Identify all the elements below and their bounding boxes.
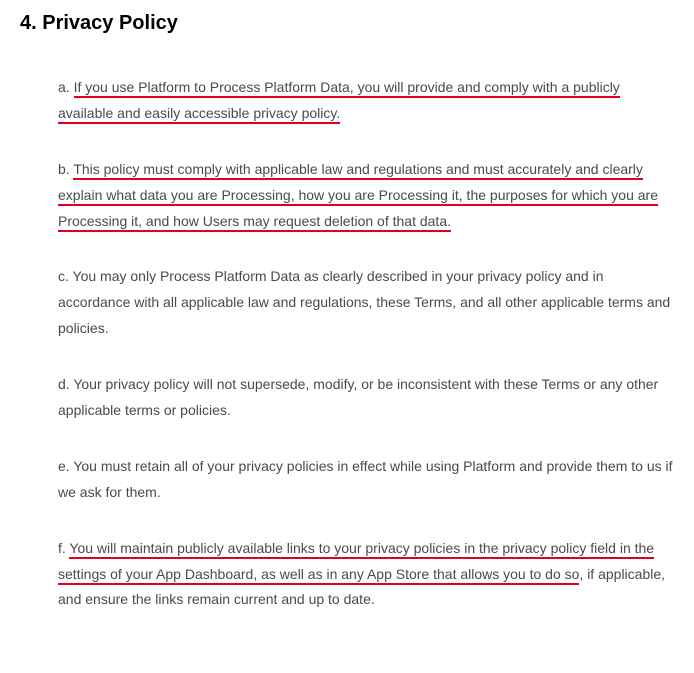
highlighted-text: If you use Platform to Process Platform … <box>58 79 620 124</box>
item-marker: c. <box>58 268 73 284</box>
section-heading: 4. Privacy Policy <box>20 12 674 35</box>
clause-list: a. If you use Platform to Process Platfo… <box>20 75 674 613</box>
list-item: d. Your privacy policy will not supersed… <box>58 372 674 424</box>
document-page: 4. Privacy Policy a. If you use Platform… <box>0 0 694 673</box>
item-marker: d. <box>58 376 73 392</box>
item-text: You may only Process Platform Data as cl… <box>58 268 670 336</box>
item-text: Your privacy policy will not supersede, … <box>58 376 658 418</box>
item-marker: e. <box>58 458 73 474</box>
list-item: f. You will maintain publicly available … <box>58 536 674 614</box>
list-item: b. This policy must comply with applicab… <box>58 157 674 235</box>
item-marker: f. <box>58 540 69 556</box>
highlighted-text: This policy must comply with applicable … <box>58 161 658 232</box>
list-item: e. You must retain all of your privacy p… <box>58 454 674 506</box>
item-text: You must retain all of your privacy poli… <box>58 458 673 500</box>
list-item: a. If you use Platform to Process Platfo… <box>58 75 674 127</box>
item-marker: a. <box>58 79 74 95</box>
highlighted-text: You will maintain publicly available lin… <box>58 540 654 585</box>
list-item: c. You may only Process Platform Data as… <box>58 264 674 342</box>
item-marker: b. <box>58 161 73 177</box>
